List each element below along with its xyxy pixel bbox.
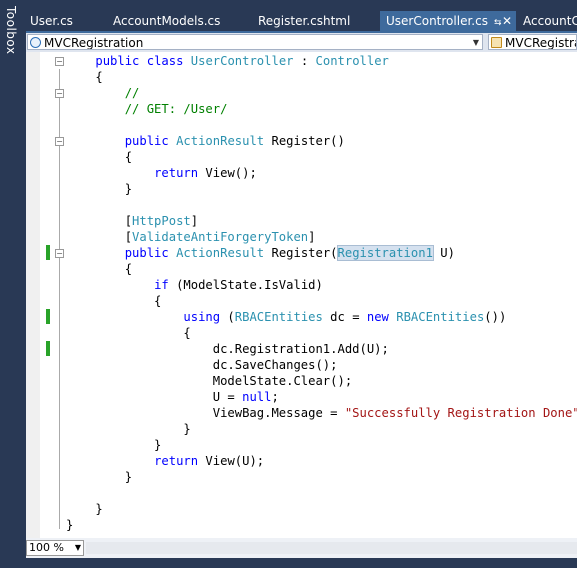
code-line: [HttpPost]	[66, 214, 199, 228]
collapse-icon[interactable]: −	[55, 89, 64, 98]
code-line: }	[66, 470, 133, 484]
editor-bottom-bar: 100 % ▼	[26, 538, 577, 558]
project-dropdown[interactable]: MVCRegistration ▼	[27, 34, 483, 50]
code-line: if (ModelState.IsValid)	[154, 278, 323, 292]
close-icon[interactable]: ✕	[502, 11, 516, 31]
pin-icon[interactable]: ⇆	[494, 18, 502, 28]
code-line: {	[66, 262, 133, 276]
code-line: {	[66, 70, 103, 84]
zoom-dropdown[interactable]: 100 % ▼	[26, 540, 84, 556]
code-line: dc.Registration1.Add(U);	[66, 342, 389, 356]
code-line: public ActionResult Register()	[124, 134, 345, 148]
toolbox-label[interactable]: Toolbox	[4, 6, 18, 55]
code-line: {	[66, 326, 191, 340]
globe-icon	[30, 37, 41, 48]
code-line: dc.SaveChanges();	[66, 358, 338, 372]
navigation-bar: MVCRegistration ▼ MVCRegistrat	[26, 33, 577, 52]
code-line: public class UserController : Controller	[95, 54, 389, 68]
zoom-value: 100 %	[29, 541, 64, 554]
code-line: }	[66, 422, 191, 436]
change-marker	[46, 341, 50, 356]
project-name: MVCRegistration	[44, 36, 144, 50]
code-line: using (RBACEntities dc = new RBACEntitie…	[183, 310, 507, 324]
chevron-down-icon[interactable]: ▼	[75, 541, 81, 555]
collapse-icon[interactable]: −	[55, 137, 64, 146]
code-line: }	[66, 502, 103, 516]
tab-label: User.cs	[30, 14, 73, 28]
code-editor[interactable]: − − − − public class UserController : Co…	[26, 52, 577, 538]
change-marker	[46, 245, 50, 260]
indicator-margin	[26, 52, 40, 538]
collapse-icon[interactable]: −	[55, 57, 64, 66]
code-line: return View(U);	[154, 454, 265, 468]
tab-usercontroller-cs[interactable]: UserController.cs ⇆	[380, 11, 516, 31]
code-line: U = null;	[66, 390, 279, 404]
chevron-down-icon[interactable]: ▼	[473, 35, 479, 49]
tab-label: AccountModels.cs	[113, 14, 221, 28]
change-marker	[46, 309, 50, 324]
tab-register-cshtml[interactable]: Register.cshtml	[258, 11, 373, 31]
code-line: ModelState.Clear();	[66, 374, 353, 388]
code-line: // GET: /User/	[66, 102, 228, 116]
tab-user-cs[interactable]: User.cs	[30, 11, 90, 31]
code-line: return View();	[154, 166, 257, 180]
status-strip	[26, 558, 577, 568]
code-line: }	[66, 182, 133, 196]
collapse-icon[interactable]: −	[55, 249, 64, 258]
code-line: public ActionResult Register(Registratio…	[124, 245, 455, 261]
tab-label: Register.cshtml	[258, 14, 351, 28]
document-tab-strip: User.cs AccountModels.cs Register.cshtml…	[26, 11, 577, 31]
class-icon	[491, 37, 502, 48]
code-line: {	[66, 294, 162, 308]
class-dropdown[interactable]: MVCRegistrat	[488, 34, 577, 50]
tab-accountmodels-cs[interactable]: AccountModels.cs	[113, 11, 233, 31]
code-line: }	[66, 438, 162, 452]
code-line: //	[66, 86, 140, 100]
tab-label: AccountC	[523, 14, 577, 28]
code-line: ViewBag.Message = "Successfully Registra…	[66, 406, 577, 420]
code-line: {	[66, 150, 133, 164]
code-line: [ValidateAntiForgeryToken]	[66, 230, 316, 244]
tab-accountcontroller[interactable]: AccountC	[523, 11, 577, 31]
tab-label: UserController.cs	[386, 14, 488, 28]
toolbox-panel[interactable]: Toolbox	[0, 0, 26, 568]
horizontal-scrollbar[interactable]	[86, 542, 577, 554]
class-name: MVCRegistrat	[505, 36, 576, 50]
code-line: }	[66, 518, 74, 532]
